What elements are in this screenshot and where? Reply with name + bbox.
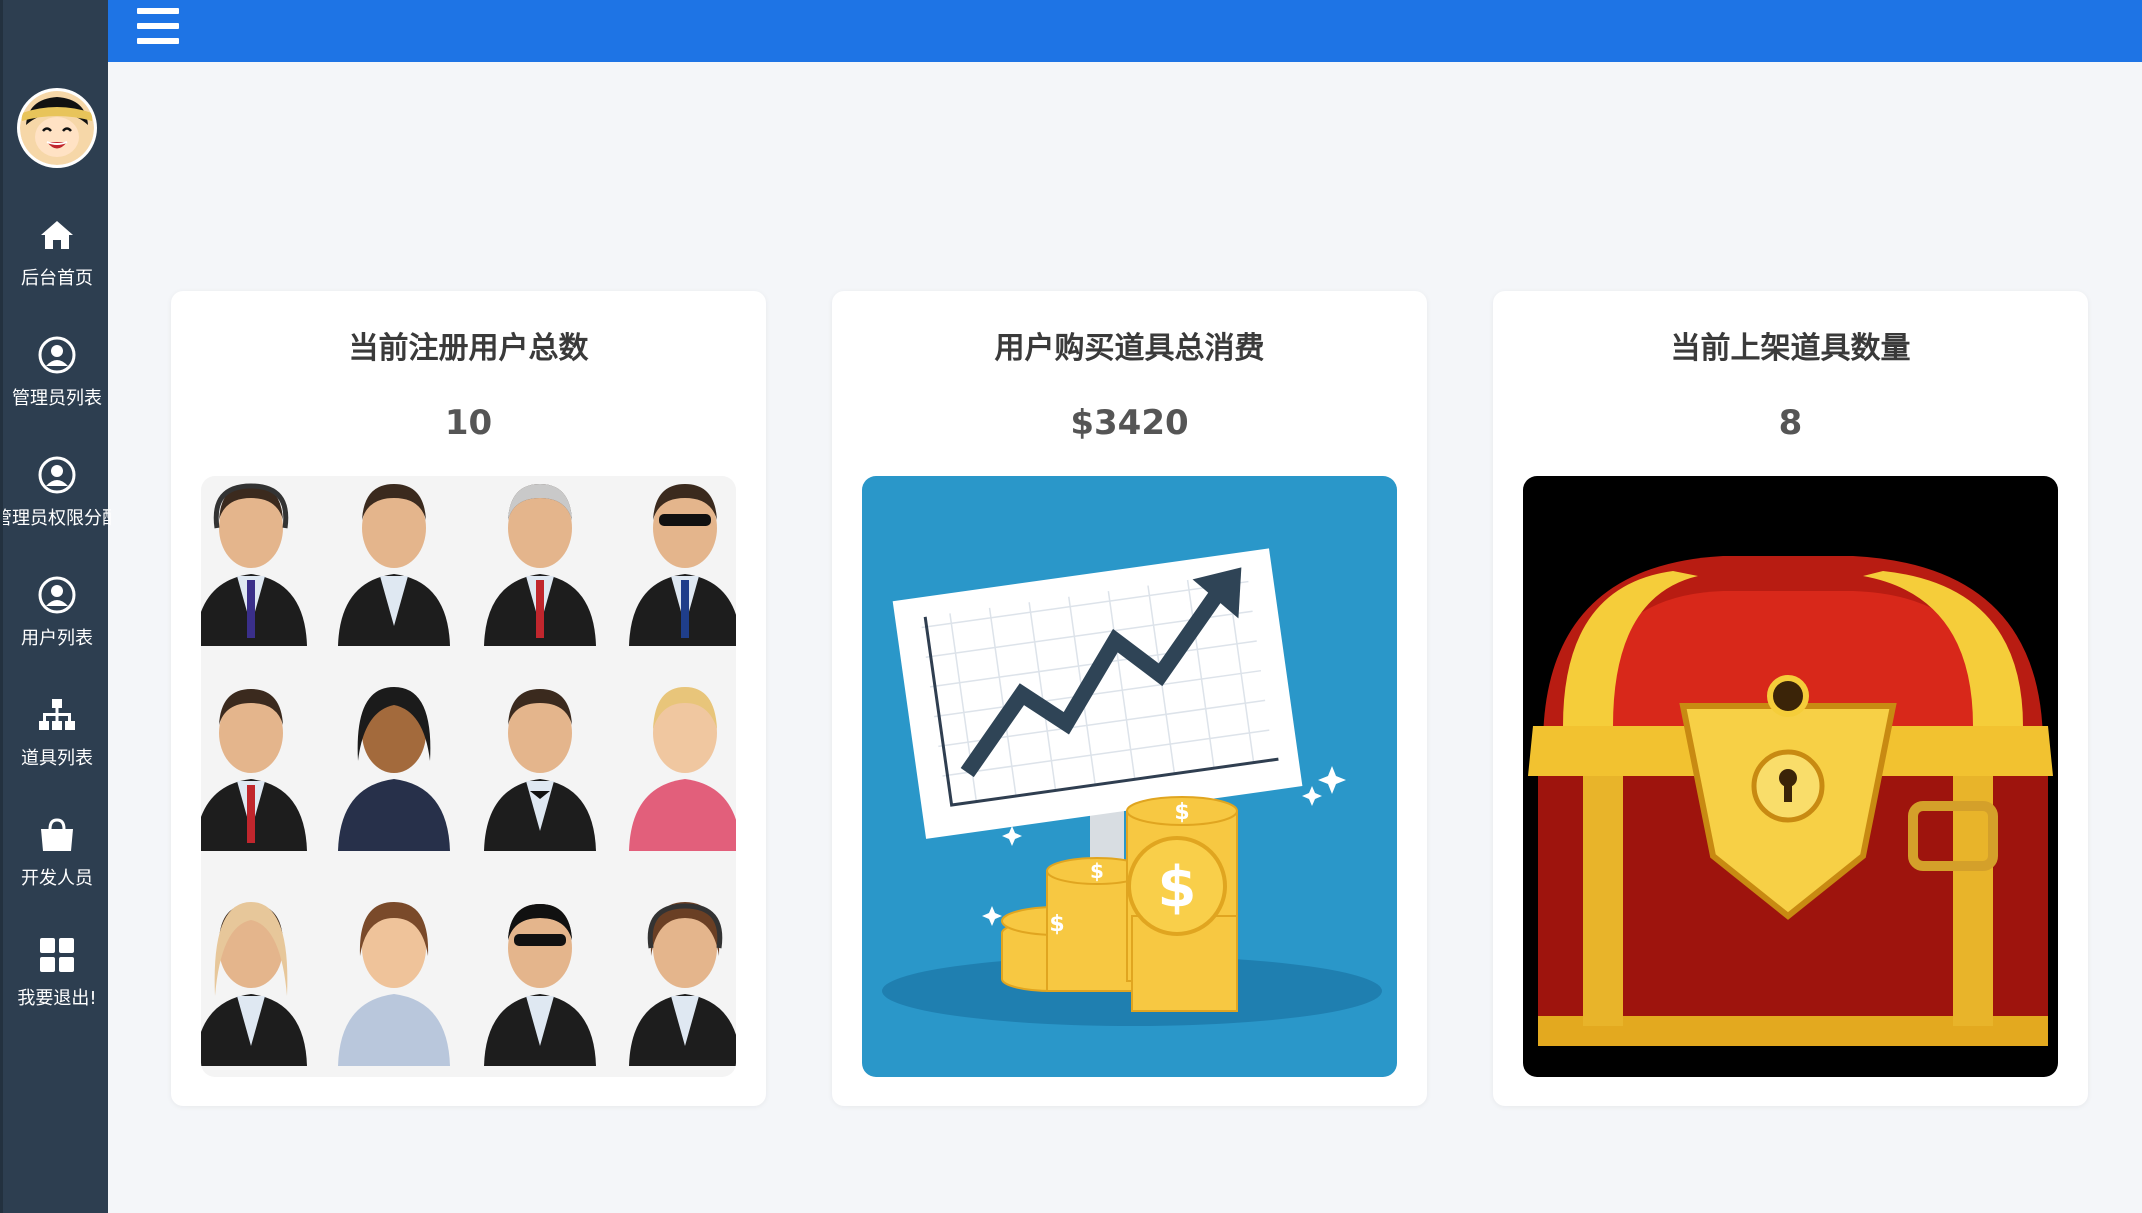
svg-text:$: $: [1174, 800, 1189, 825]
user-circle-icon: [38, 336, 76, 374]
stat-card-registered-users: 当前注册用户总数 10: [171, 291, 766, 1106]
user-circle-icon: [38, 576, 76, 614]
card-value: $3420: [1070, 403, 1189, 443]
sidebar-item-label: 用户列表: [21, 628, 93, 649]
sidebar-item-item-list[interactable]: 道具列表: [3, 684, 111, 804]
sidebar-item-label: 道具列表: [21, 748, 93, 769]
treasure-chest-image: [1523, 476, 2058, 1077]
hamburger-menu-icon[interactable]: [137, 8, 179, 44]
home-icon: [38, 216, 76, 254]
sidebar-item-label: 后台首页: [21, 268, 93, 289]
sidebar-item-home[interactable]: 后台首页: [3, 204, 111, 324]
card-value: 8: [1778, 403, 1803, 443]
sidebar-item-user-list[interactable]: 用户列表: [3, 564, 111, 684]
card-value: 10: [444, 403, 493, 443]
sidebar-item-label: 管理员列表: [12, 388, 102, 409]
card-title: 当前上架道具数量: [1670, 331, 1911, 366]
shopping-bag-icon: [38, 816, 76, 854]
avatar[interactable]: [20, 91, 94, 165]
svg-text:$: $: [1090, 859, 1104, 883]
chart-coins-image: $ $ $ $: [862, 476, 1397, 1077]
sidebar-item-label: 管理员权限分配: [3, 508, 111, 529]
sidebar-item-logout[interactable]: 我要退出!: [3, 924, 111, 1044]
user-avatars-image: [201, 476, 736, 1077]
user-circle-icon: [38, 456, 76, 494]
sidebar-item-label: 开发人员: [21, 868, 93, 889]
sitemap-icon: [38, 696, 76, 734]
card-title: 用户购买道具总消费: [994, 331, 1265, 366]
grid-icon: [38, 936, 76, 974]
svg-text:$: $: [1158, 855, 1197, 920]
top-bar: [108, 0, 2142, 62]
sidebar-item-admin-permissions[interactable]: 管理员权限分配: [3, 444, 111, 564]
stat-card-listed-items: 当前上架道具数量 8: [1493, 291, 2088, 1106]
svg-text:$: $: [1049, 912, 1064, 937]
stat-card-total-spending: 用户购买道具总消费 $3420 $ $ $ $: [832, 291, 1427, 1106]
sidebar: 后台首页 管理员列表 管理员权限分配 用户列表 道具列表 开发人员: [0, 0, 111, 1213]
sidebar-item-developers[interactable]: 开发人员: [3, 804, 111, 924]
sidebar-item-label: 我要退出!: [17, 988, 97, 1009]
sidebar-item-admin-list[interactable]: 管理员列表: [3, 324, 111, 444]
card-title: 当前注册用户总数: [348, 331, 589, 366]
